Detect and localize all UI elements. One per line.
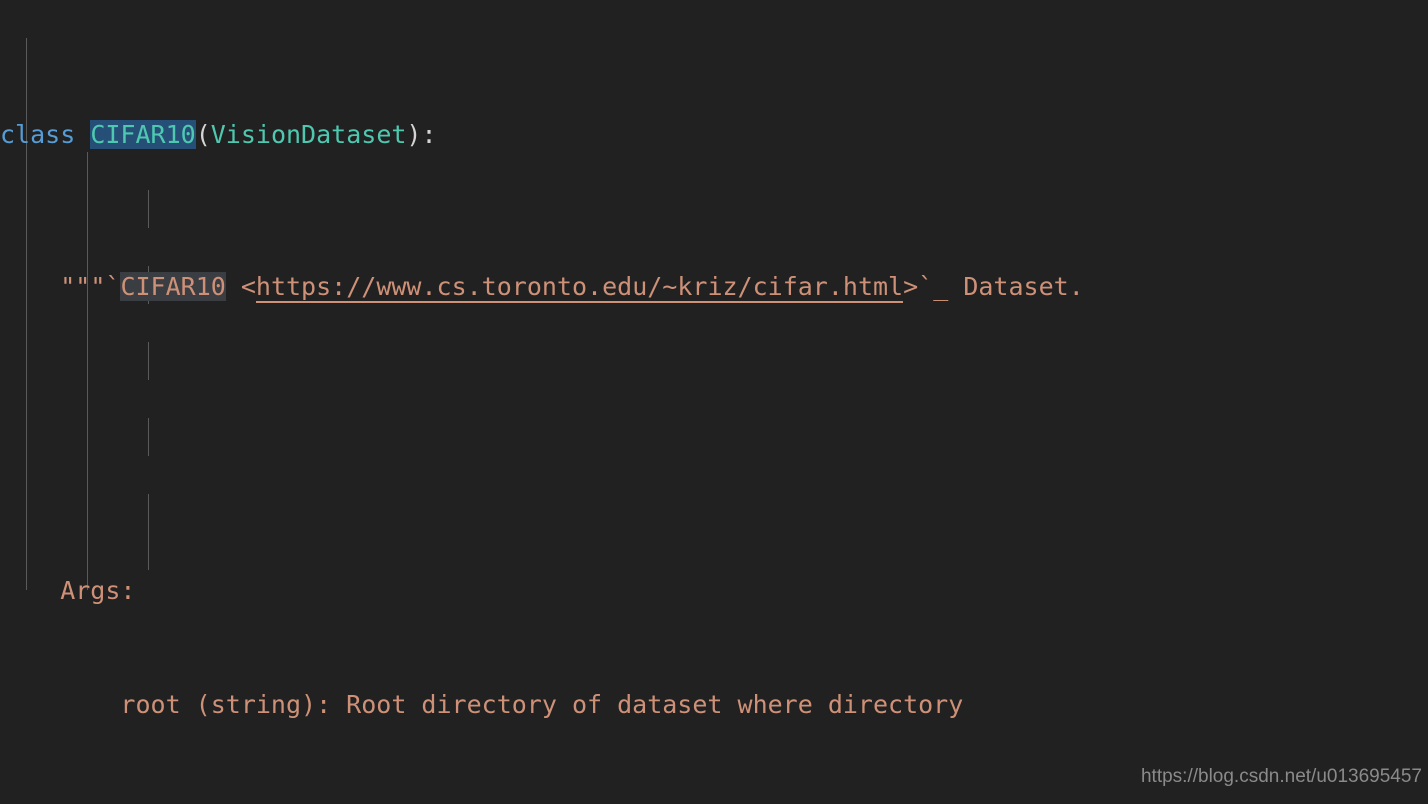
code-lines[interactable]: class CIFAR10(VisionDataset): """`CIFAR1… xyxy=(0,0,1428,804)
paren-close-colon: ): xyxy=(406,120,437,149)
docstring-url-link[interactable]: https://www.cs.toronto.edu/~kriz/cifar.h… xyxy=(255,272,904,303)
base-class-visiondataset: VisionDataset xyxy=(210,120,407,149)
code-line-2[interactable]: """`CIFAR10 <https://www.cs.toronto.edu/… xyxy=(0,268,1428,306)
paren-open: ( xyxy=(195,120,211,149)
code-line-4-args: Args: xyxy=(0,576,136,605)
code-line-1[interactable]: class CIFAR10(VisionDataset): xyxy=(0,116,1428,154)
docstring-open-quotes: """` xyxy=(60,272,121,301)
code-line-5-root: root (string): Root directory of dataset… xyxy=(0,690,964,719)
class-name-cifar10-selected[interactable]: CIFAR10 xyxy=(90,120,196,149)
docstring-cifar10-highlight[interactable]: CIFAR10 xyxy=(120,272,226,301)
csdn-watermark: https://blog.csdn.net/u013695457 xyxy=(1140,766,1422,787)
keyword-class: class xyxy=(0,120,76,149)
docstring-post-url: >`_ Dataset. xyxy=(903,272,1084,301)
code-line-6-root-cont: ``cifar-10-batches-py`` exists or will b… xyxy=(0,800,1428,804)
code-editor[interactable]: class CIFAR10(VisionDataset): """`CIFAR1… xyxy=(0,0,1428,804)
docstring-pre-url: < xyxy=(225,272,256,301)
code-line-3-blank xyxy=(0,420,1428,458)
